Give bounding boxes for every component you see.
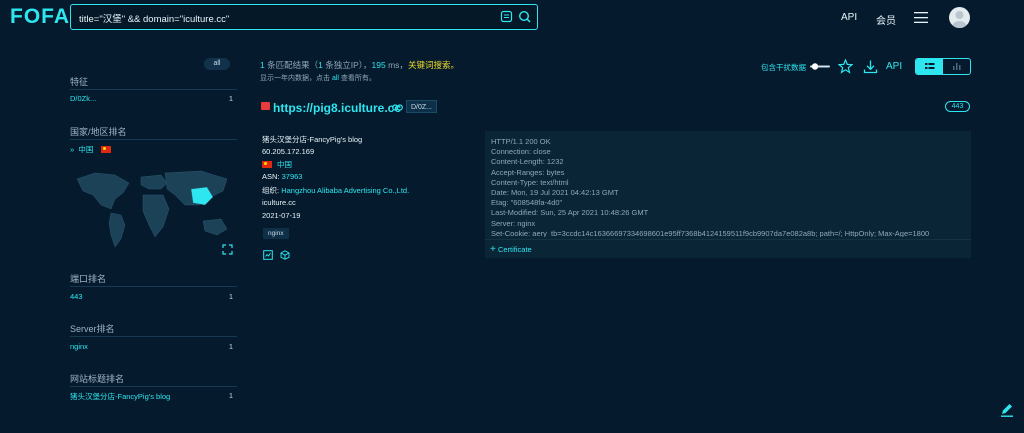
keyword-search-link[interactable]: 关键词搜索。 <box>408 60 459 70</box>
hamburger-menu-icon[interactable] <box>914 12 928 23</box>
star-favorite-icon[interactable] <box>838 59 853 74</box>
fofa-logo[interactable]: FOFA <box>10 5 70 29</box>
port-badge[interactable]: 443 <box>945 101 970 112</box>
server-item[interactable]: nginx <box>70 342 88 351</box>
section-title-site-title: 网站标题排名 <box>70 374 125 384</box>
pencil-icon <box>1001 404 1013 417</box>
certificate-toggle[interactable]: + Certificate <box>490 244 532 255</box>
nav-api-link[interactable]: API <box>841 12 857 23</box>
china-flag-icon <box>262 161 272 168</box>
download-icon[interactable] <box>863 59 878 74</box>
result-date: 2021-07-19 <box>262 211 301 220</box>
include-noise-toggle[interactable] <box>810 63 830 70</box>
server-tag[interactable]: nginx <box>263 228 289 239</box>
site-title-item[interactable]: 猪头汉堡分店-FancyPig's blog <box>70 391 170 402</box>
list-view-icon <box>925 63 935 69</box>
result-url-link[interactable]: https://pig8.iculture.cc <box>273 101 401 115</box>
chart-view-button[interactable] <box>943 59 970 74</box>
result-summary-note: 显示一年内数据，点击 all 查看所有。 <box>260 75 376 82</box>
asn-link[interactable]: 37963 <box>282 172 303 181</box>
panel-divider <box>485 239 971 240</box>
result-domain-link[interactable]: iculture.cc <box>262 198 296 207</box>
site-favicon <box>261 102 270 110</box>
include-noise-label: 包含干扰数据 <box>761 63 806 72</box>
view-mode-switch <box>915 58 971 75</box>
cube-icon[interactable] <box>280 250 290 260</box>
feature-tag[interactable]: D/0Z... <box>406 100 438 113</box>
link-icon[interactable] <box>392 103 403 112</box>
country-item[interactable]: » 中国 <box>70 144 116 155</box>
org-link[interactable]: Hangzhou Alibaba Advertising Co.,Ltd. <box>281 186 409 195</box>
result-count: 1 <box>260 60 265 70</box>
section-title-server: Server排名 <box>70 324 115 334</box>
ip-count: 1 <box>318 60 323 70</box>
fullscreen-icon[interactable] <box>222 244 233 255</box>
top-bar: FOFA title="汉堡" && domain="iculture.cc" … <box>0 0 1024 36</box>
plus-icon: + <box>490 244 496 255</box>
country-item-label: 中国 <box>78 145 94 154</box>
result-title: 猪头汉堡分店-FancyPig's blog <box>262 135 363 144</box>
section-title-port: 端口排名 <box>70 274 107 284</box>
doc-search-icon[interactable] <box>500 10 513 23</box>
result-org: 组织: Hangzhou Alibaba Advertising Co.,Ltd… <box>262 186 410 195</box>
feature-item-count: 1 <box>228 94 233 103</box>
section-title-country: 国家/地区排名 <box>70 127 127 137</box>
search-box[interactable]: title="汉堡" && domain="iculture.cc" <box>70 4 538 30</box>
http-response-panel: HTTP/1.1 200 OK Connection: close Content-… <box>485 131 971 258</box>
result-country[interactable]: 中国 <box>262 159 292 170</box>
site-title-item-count: 1 <box>228 391 233 400</box>
section-divider <box>70 336 237 337</box>
show-all-link[interactable]: all <box>332 75 339 82</box>
result-asn: ASN: 37963 <box>262 172 303 181</box>
avatar-user-icon <box>952 11 967 28</box>
result-ip-link[interactable]: 60.205.172.169 <box>262 147 314 156</box>
web-preview-icon[interactable] <box>263 250 273 260</box>
api-button[interactable]: API <box>886 61 902 72</box>
bar-chart-icon <box>953 63 961 70</box>
user-avatar[interactable] <box>949 7 970 28</box>
port-item-count: 1 <box>228 292 233 301</box>
expand-chevron-icon[interactable]: » <box>70 145 74 154</box>
search-icon[interactable] <box>518 10 531 23</box>
world-map[interactable] <box>71 165 235 253</box>
all-filter-badge[interactable]: all <box>204 58 230 70</box>
search-input[interactable]: title="汉堡" && domain="iculture.cc" <box>79 11 229 25</box>
section-divider <box>70 386 237 387</box>
nav-member-link[interactable]: 会员 <box>876 12 896 27</box>
server-item-count: 1 <box>228 342 233 351</box>
query-time: 195 <box>371 60 386 70</box>
result-summary: 1 条匹配结果（1 条独立IP），195 ms，关键词搜索。 <box>260 60 459 70</box>
section-divider <box>70 139 237 140</box>
list-view-button[interactable] <box>916 59 943 74</box>
feature-item[interactable]: D/0Zk... <box>70 94 96 103</box>
edit-feedback-button[interactable] <box>997 400 1017 420</box>
section-title-feature: 特征 <box>70 77 89 87</box>
port-item[interactable]: 443 <box>70 292 83 301</box>
china-flag-icon <box>101 146 112 153</box>
section-divider <box>70 89 237 90</box>
http-headers-text: HTTP/1.1 200 OK Connection: close Content-… <box>491 137 930 237</box>
section-divider <box>70 286 237 287</box>
